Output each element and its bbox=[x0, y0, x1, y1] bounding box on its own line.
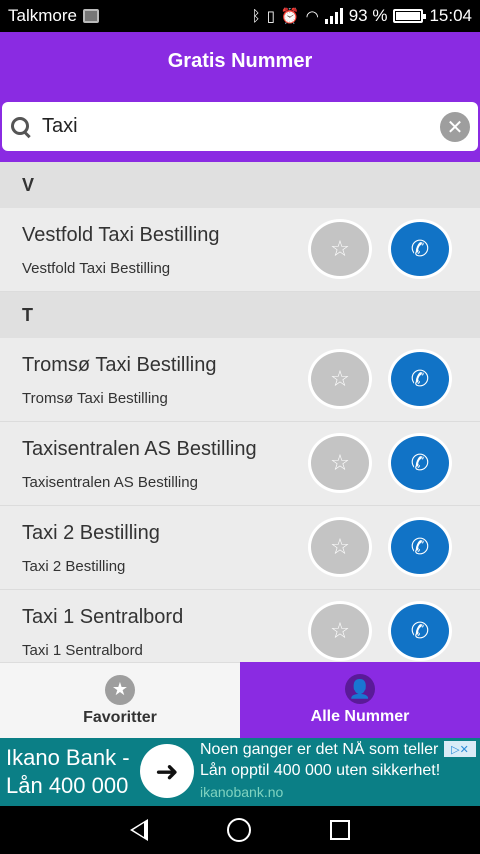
ad-banner[interactable]: Ikano Bank - Lån 400 000 ➜ Noen ganger e… bbox=[0, 738, 480, 806]
list-item[interactable]: Vestfold Taxi Bestilling Vestfold Taxi B… bbox=[0, 208, 480, 292]
tab-favorites[interactable]: ★ Favoritter bbox=[0, 662, 240, 738]
phone-icon: ✆ bbox=[410, 618, 430, 644]
list-item[interactable]: Taxi 2 Bestilling Taxi 2 Bestilling ☆ ✆ bbox=[0, 506, 480, 590]
ad-body: Lån opptil 400 000 uten sikkerhet! bbox=[200, 762, 441, 779]
item-name: Vestfold Taxi Bestilling bbox=[22, 224, 220, 246]
phone-icon: ✆ bbox=[410, 450, 430, 476]
tab-label: Favoritter bbox=[83, 708, 157, 726]
search-bar: ✕ bbox=[2, 102, 478, 151]
star-icon: ☆ bbox=[330, 618, 350, 644]
favorite-button[interactable]: ☆ bbox=[308, 517, 372, 577]
alarm-icon: ⏰ bbox=[280, 7, 300, 25]
ad-brand-line: Ikano Bank - bbox=[6, 745, 130, 770]
system-nav-bar bbox=[0, 806, 480, 854]
call-button[interactable]: ✆ bbox=[388, 601, 452, 661]
app-bar: Gratis Nummer ✕ bbox=[0, 32, 480, 162]
star-icon: ☆ bbox=[330, 366, 350, 392]
call-button[interactable]: ✆ bbox=[388, 433, 452, 493]
favorite-button[interactable]: ☆ bbox=[308, 349, 372, 409]
home-icon[interactable] bbox=[226, 818, 251, 842]
adchoices-icon[interactable]: ▷✕ bbox=[444, 741, 476, 757]
arrow-right-icon[interactable]: ➜ bbox=[140, 744, 194, 798]
item-name: Tromsø Taxi Bestilling bbox=[22, 354, 217, 376]
bottom-tabs: ★ Favoritter 👤 Alle Nummer bbox=[0, 662, 480, 738]
search-input[interactable] bbox=[42, 115, 440, 138]
battery-icon bbox=[393, 9, 427, 23]
item-subtitle: Taxisentralen AS Bestilling bbox=[22, 474, 198, 491]
carrier-label: Talkmore bbox=[8, 6, 77, 25]
item-subtitle: Taxi 2 Bestilling bbox=[22, 558, 126, 575]
favorite-button[interactable]: ☆ bbox=[308, 433, 372, 493]
call-button[interactable]: ✆ bbox=[388, 219, 452, 279]
star-icon: ★ bbox=[105, 674, 135, 705]
vibrate-icon: ▯ bbox=[266, 7, 275, 25]
item-subtitle: Tromsø Taxi Bestilling bbox=[22, 390, 168, 407]
back-icon[interactable] bbox=[129, 819, 148, 841]
call-button[interactable]: ✆ bbox=[388, 517, 452, 577]
phone-icon: ✆ bbox=[410, 366, 430, 392]
tab-all-numbers[interactable]: 👤 Alle Nummer bbox=[240, 662, 480, 738]
phone-icon: ✆ bbox=[410, 236, 430, 262]
page-title: Gratis Nummer bbox=[167, 50, 313, 72]
star-icon: ☆ bbox=[330, 450, 350, 476]
image-icon bbox=[82, 9, 99, 23]
star-icon: ☆ bbox=[330, 236, 350, 262]
person-icon: 👤 bbox=[345, 674, 375, 704]
star-icon: ☆ bbox=[330, 534, 350, 560]
tab-label: Alle Nummer bbox=[310, 708, 410, 725]
call-button[interactable]: ✆ bbox=[388, 349, 452, 409]
favorite-button[interactable]: ☆ bbox=[308, 219, 372, 279]
favorite-button[interactable]: ☆ bbox=[308, 601, 372, 661]
ad-headline: Noen ganger er det NÅ som teller bbox=[200, 741, 439, 758]
wifi-icon: ◠ bbox=[305, 7, 319, 25]
item-name: Taxisentralen AS Bestilling bbox=[22, 438, 257, 460]
list-item[interactable]: Taxi 1 Sentralbord Taxi 1 Sentralbord ☆ … bbox=[0, 590, 480, 662]
number-list: V Vestfold Taxi Bestilling Vestfold Taxi… bbox=[0, 162, 480, 662]
search-icon bbox=[10, 116, 32, 138]
ad-brand-line: Lån 400 000 bbox=[6, 773, 129, 798]
battery-percent: 93 % bbox=[348, 6, 388, 25]
bluetooth-icon: ᛒ bbox=[251, 7, 261, 25]
clear-search-icon[interactable]: ✕ bbox=[440, 111, 470, 142]
phone-icon: ✆ bbox=[410, 534, 430, 560]
signal-icon bbox=[324, 8, 343, 24]
item-name: Taxi 1 Sentralbord bbox=[22, 606, 184, 628]
section-header: V bbox=[0, 162, 480, 208]
status-bar: Talkmore ᛒ ▯ ⏰ ◠ 93 % 15:04 bbox=[0, 0, 480, 32]
clock: 15:04 bbox=[429, 6, 472, 25]
list-item[interactable]: Taxisentralen AS Bestilling Taxisentrale… bbox=[0, 422, 480, 506]
item-name: Taxi 2 Bestilling bbox=[22, 522, 160, 544]
item-subtitle: Taxi 1 Sentralbord bbox=[22, 642, 143, 659]
recents-icon[interactable] bbox=[330, 820, 351, 840]
ad-brand: Ikano Bank - Lån 400 000 bbox=[6, 744, 130, 800]
list-item[interactable]: Tromsø Taxi Bestilling Tromsø Taxi Besti… bbox=[0, 338, 480, 422]
section-header: T bbox=[0, 292, 480, 338]
item-subtitle: Vestfold Taxi Bestilling bbox=[22, 260, 171, 277]
ad-domain: ikanobank.no bbox=[200, 784, 284, 800]
